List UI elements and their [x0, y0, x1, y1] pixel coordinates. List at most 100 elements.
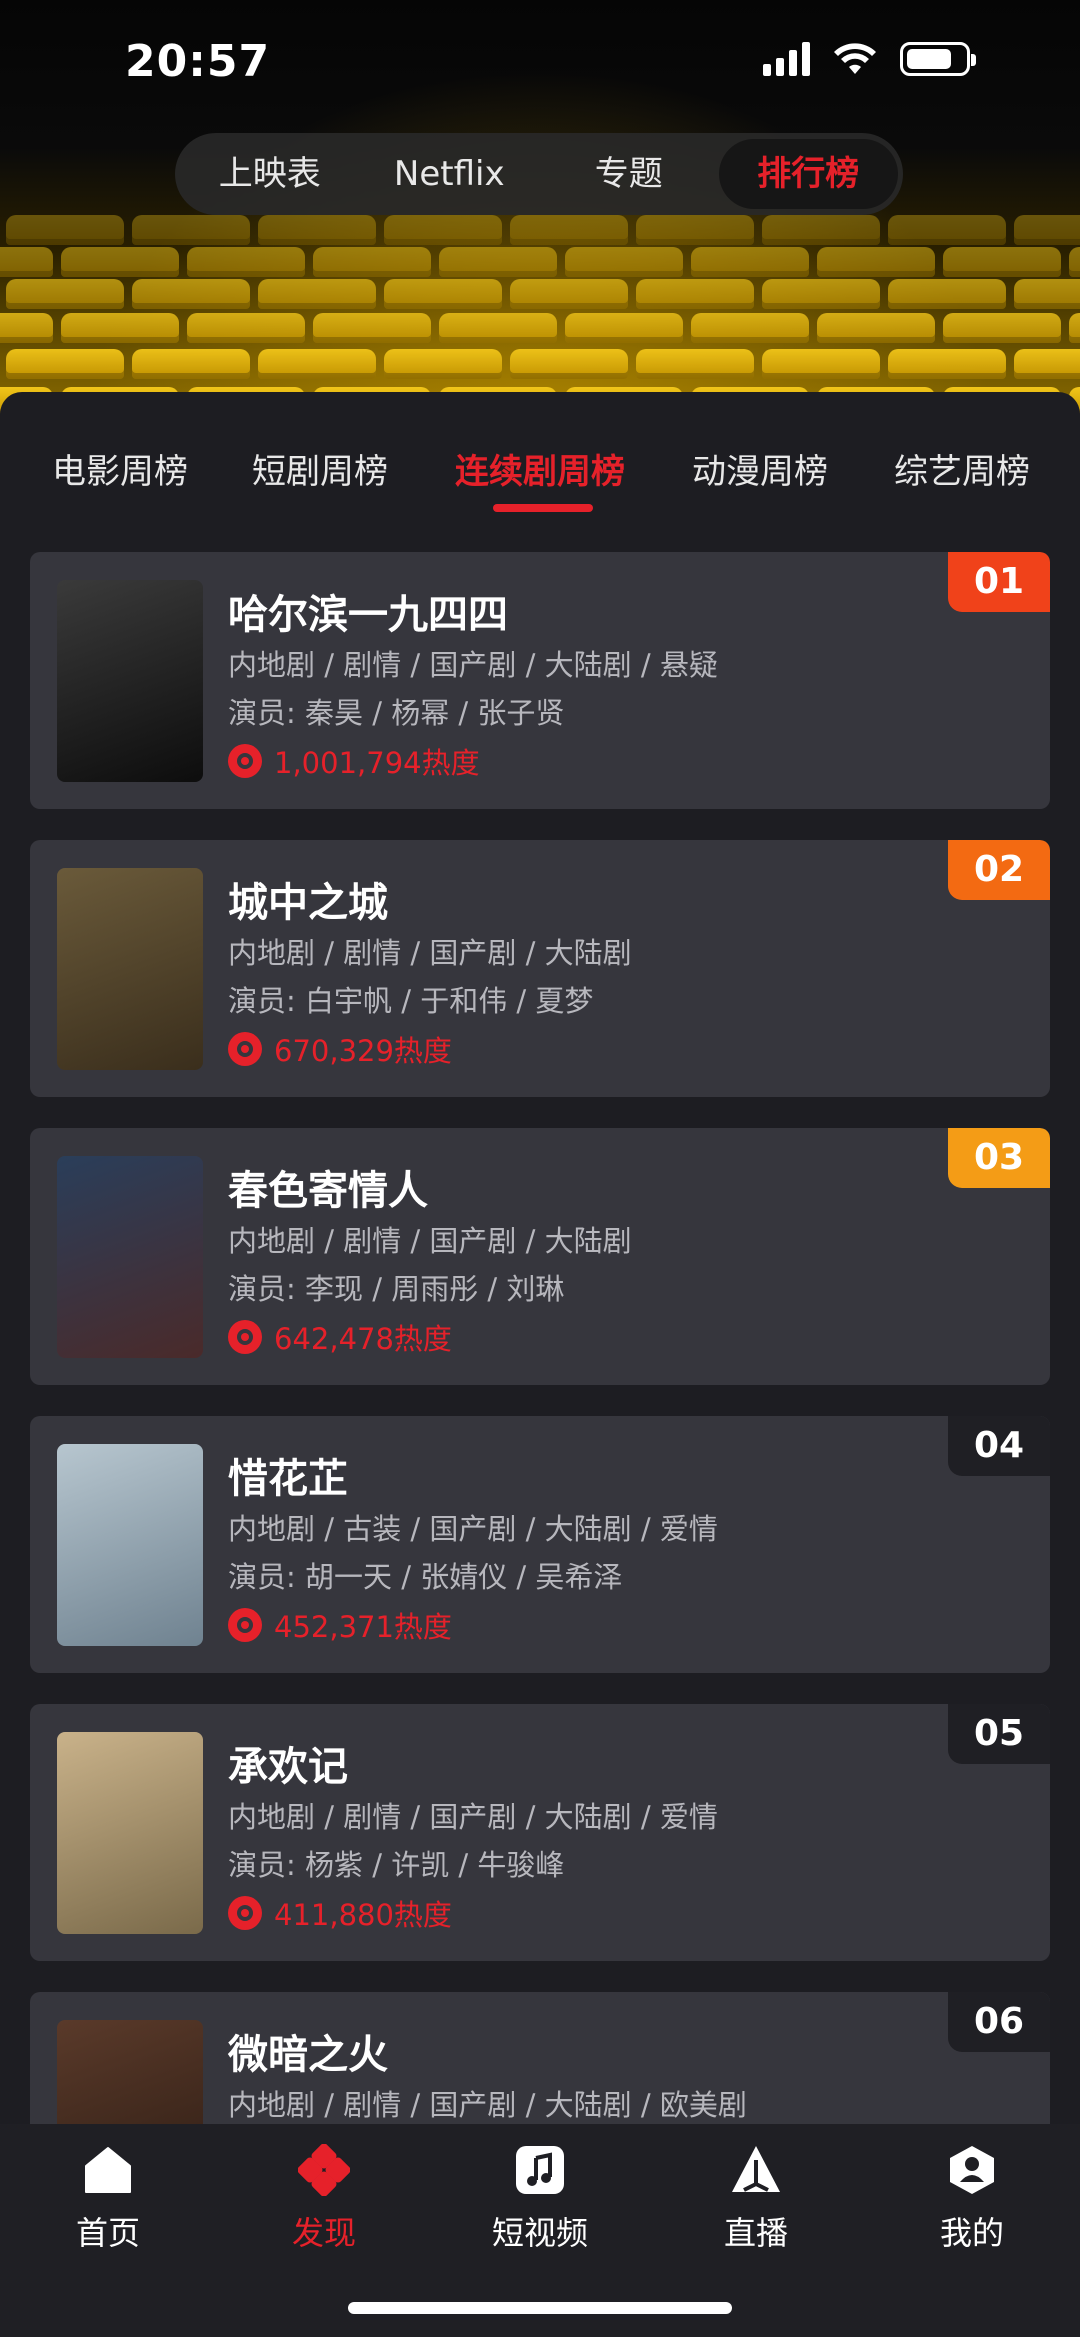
show-title: 微暗之火: [228, 2032, 388, 2078]
show-title: 惜花芷: [228, 1456, 348, 1502]
ranking-card[interactable]: 惜花芷 内地剧 / 古装 / 国产剧 / 大陆剧 / 爱情 演员: 胡一天 / 张婧…: [30, 1416, 1050, 1673]
heat-score: 670,329热度: [228, 1028, 452, 1070]
tab-series-weekly[interactable]: 连续剧周榜: [455, 444, 625, 493]
show-tags: 内地剧 / 剧情 / 国产剧 / 大陆剧: [228, 936, 632, 970]
ranking-card[interactable]: 春色寄情人 内地剧 / 剧情 / 国产剧 / 大陆剧 演员: 李现 / 周雨彤 / …: [30, 1128, 1050, 1385]
seat-shape: [313, 247, 431, 277]
heat-value: 452,371热度: [274, 1610, 452, 1644]
show-poster: [57, 1732, 203, 1934]
show-poster: [57, 1444, 203, 1646]
rank-badge: 02: [948, 840, 1050, 900]
seat-shape: [384, 349, 502, 379]
segment-topics[interactable]: 专题: [539, 139, 719, 209]
seat-shape: [636, 279, 754, 309]
status-time: 20:57: [125, 36, 271, 87]
nav-short-video-label: 短视频: [491, 2214, 588, 2252]
seat-shape: [817, 313, 935, 343]
live-icon: [732, 2146, 780, 2192]
flame-icon: [228, 1032, 262, 1066]
seat-shape: [565, 313, 683, 343]
ranking-card[interactable]: 承欢记 内地剧 / 剧情 / 国产剧 / 大陆剧 / 爱情 演员: 杨紫 / 许凯 …: [30, 1704, 1050, 1961]
seat-shape: [1014, 349, 1080, 379]
seat-shape: [691, 247, 809, 277]
tab-short-drama-weekly[interactable]: 短剧周榜: [252, 444, 388, 493]
nav-live[interactable]: 直播: [676, 2144, 836, 2254]
seat-shape: [313, 313, 431, 343]
home-indicator[interactable]: [348, 2302, 732, 2314]
seat-shape: [565, 247, 683, 277]
seat-shape: [187, 247, 305, 277]
show-title: 哈尔滨一九四四: [228, 592, 508, 638]
segment-schedule[interactable]: 上映表: [180, 139, 360, 209]
nav-short-video[interactable]: 短视频: [460, 2144, 620, 2254]
segment-ranking[interactable]: 排行榜: [718, 139, 898, 209]
seat-shape: [943, 247, 1061, 277]
heat-value: 1,001,794热度: [274, 746, 480, 780]
show-title: 城中之城: [228, 880, 388, 926]
show-tags: 内地剧 / 剧情 / 国产剧 / 大陆剧 / 爱情: [228, 1800, 718, 1834]
seat-shape: [6, 279, 124, 309]
seat-shape: [888, 215, 1006, 245]
seat-shape: [762, 215, 880, 245]
heat-value: 642,478热度: [274, 1322, 452, 1356]
seat-shape: [1014, 215, 1080, 245]
theater-seats-illustration: [0, 215, 1080, 415]
wifi-icon: [834, 43, 876, 74]
show-title: 春色寄情人: [228, 1168, 428, 1214]
seat-shape: [6, 215, 124, 245]
battery-icon: [900, 42, 976, 76]
app-screen: 20:57 上映表 Netflix 专题 排行榜 电影周榜 短剧周榜 连续剧周榜…: [0, 0, 1080, 2337]
seat-shape: [762, 279, 880, 309]
seat-shape: [61, 313, 179, 343]
seat-shape: [132, 215, 250, 245]
seat-shape: [888, 349, 1006, 379]
heat-score: 411,880热度: [228, 1892, 452, 1934]
seat-shape: [888, 279, 1006, 309]
nav-live-label: 直播: [723, 2214, 788, 2252]
rank-badge: 01: [948, 552, 1050, 612]
top-segment-control: 上映表 Netflix 专题 排行榜: [175, 133, 903, 215]
seat-shape: [636, 349, 754, 379]
seat-shape: [132, 349, 250, 379]
show-cast: 演员: 杨紫 / 许凯 / 牛骏峰: [228, 1848, 565, 1882]
nav-profile[interactable]: 我的: [892, 2144, 1052, 2254]
seat-shape: [187, 313, 305, 343]
seat-shape: [510, 215, 628, 245]
seat-shape: [258, 349, 376, 379]
seat-shape: [384, 279, 502, 309]
tab-anime-weekly[interactable]: 动漫周榜: [692, 444, 828, 493]
seat-shape: [943, 313, 1061, 343]
active-tab-indicator: [493, 504, 593, 512]
flame-icon: [228, 1320, 262, 1354]
heat-score: 1,001,794热度: [228, 740, 480, 782]
heat-value: 670,329热度: [274, 1034, 452, 1068]
ranking-card[interactable]: 哈尔滨一九四四 内地剧 / 剧情 / 国产剧 / 大陆剧 / 悬疑 演员: 秦昊 /…: [30, 552, 1050, 809]
show-poster: [57, 1156, 203, 1358]
show-cast: 演员: 秦昊 / 杨幂 / 张子贤: [228, 696, 565, 730]
seat-shape: [0, 313, 53, 343]
show-poster: [57, 868, 203, 1070]
seat-shape: [691, 313, 809, 343]
nav-profile-label: 我的: [939, 2214, 1004, 2252]
seat-shape: [61, 247, 179, 277]
nav-discover-label: 发现: [291, 2214, 356, 2252]
heat-value: 411,880热度: [274, 1898, 452, 1932]
music-note-icon: [516, 2146, 564, 2194]
heat-score: 452,371热度: [228, 1604, 452, 1646]
seat-shape: [636, 215, 754, 245]
category-tabs: 电影周榜 短剧周榜 连续剧周榜 动漫周榜 综艺周榜: [0, 392, 1080, 522]
segment-netflix[interactable]: Netflix: [360, 139, 540, 209]
profile-icon: [950, 2146, 994, 2194]
show-cast: 演员: 白宇帆 / 于和伟 / 夏梦: [228, 984, 594, 1018]
tab-variety-weekly[interactable]: 综艺周榜: [894, 444, 1030, 493]
ranking-card[interactable]: 城中之城内地剧 / 剧情 / 国产剧 / 大陆剧 演员: 白宇帆 / 于和伟 / …: [30, 840, 1050, 1097]
seat-shape: [258, 215, 376, 245]
tab-movie-weekly[interactable]: 电影周榜: [52, 444, 188, 493]
seat-shape: [1069, 247, 1080, 277]
seat-shape: [258, 279, 376, 309]
show-tags: 内地剧 / 剧情 / 国产剧 / 大陆剧 / 欧美剧: [228, 2088, 747, 2122]
nav-discover[interactable]: 发现: [244, 2143, 404, 2254]
nav-home[interactable]: 首页: [28, 2144, 188, 2254]
seat-shape: [439, 247, 557, 277]
seat-shape: [510, 349, 628, 379]
